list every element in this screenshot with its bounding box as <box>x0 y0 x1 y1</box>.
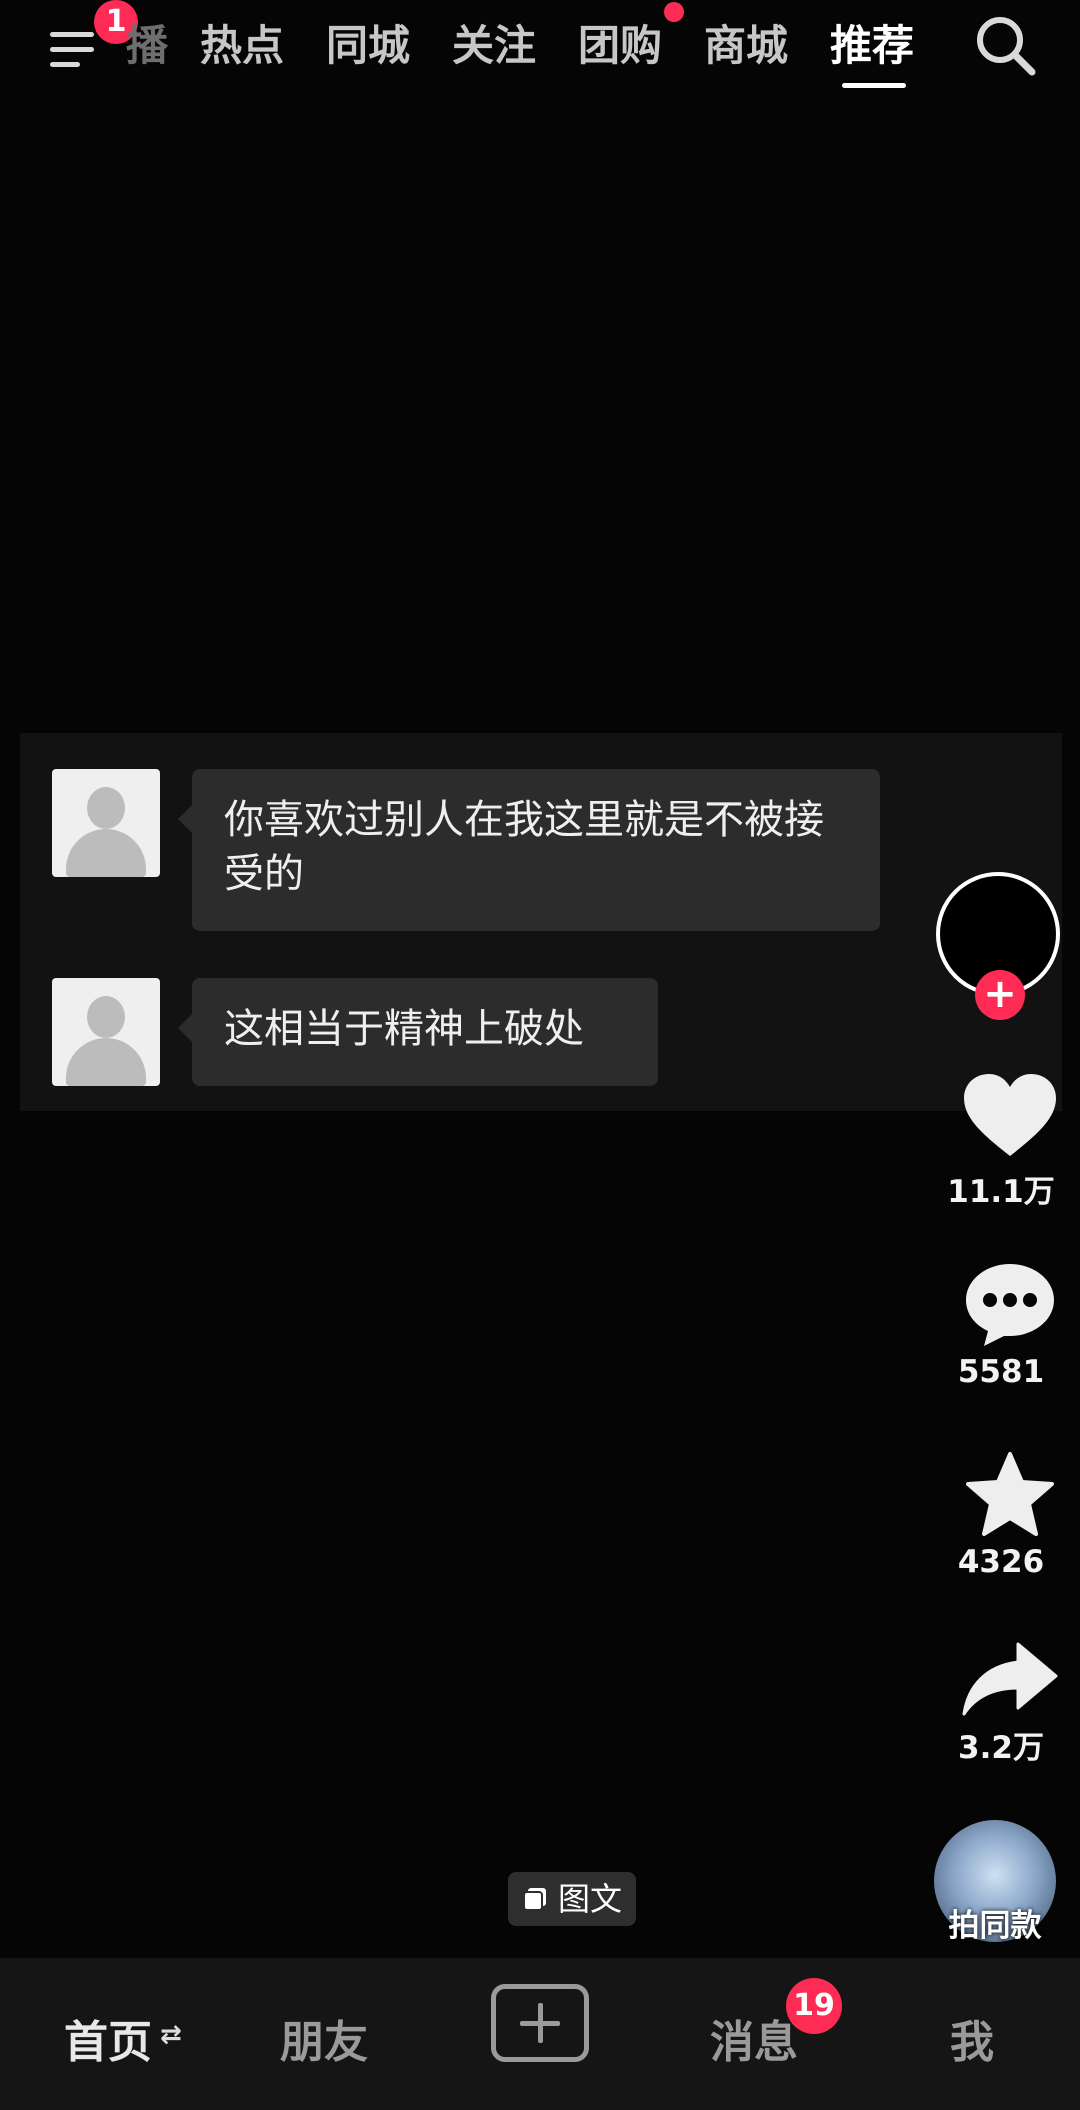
active-tab-indicator <box>842 83 906 88</box>
swap-icon: ⇄ <box>160 2020 182 2050</box>
post-type-tag: 图文 <box>508 1872 636 1926</box>
bottom-navigation: 首页 ⇄ 朋友 消息 19 我 <box>0 1958 1080 2110</box>
like-count: 11.1万 <box>947 1174 1055 1210</box>
share-icon <box>962 1642 1057 1716</box>
avatar-head <box>87 787 125 829</box>
heart-icon <box>963 1074 1056 1156</box>
avatar-body <box>66 1038 146 1086</box>
nav-friends[interactable]: 朋友 <box>280 2006 368 2070</box>
menu-icon-line <box>50 62 80 67</box>
avatar-head <box>87 996 125 1038</box>
chat-bubble: 这相当于精神上破处 <box>178 978 658 1086</box>
video-feed-screen: 1 播 热点 同城 关注 团购 商城 推荐 你喜欢过别人在我这里就是不被接受的 … <box>0 0 1080 2110</box>
tab-recommend[interactable]: 推荐 <box>830 12 914 73</box>
create-button[interactable] <box>491 1984 589 2062</box>
comment-count: 5581 <box>957 1354 1045 1390</box>
top-tab-bar: 1 播 热点 同城 关注 团购 商城 推荐 <box>0 0 1080 100</box>
chat-screenshot: 你喜欢过别人在我这里就是不被接受的 这相当于精神上破处 <box>20 733 1062 1111</box>
favorite-count: 4326 <box>957 1544 1045 1580</box>
star-icon <box>965 1452 1054 1536</box>
avatar-body <box>66 829 146 877</box>
nav-messages[interactable]: 消息 <box>710 2006 798 2070</box>
chat-bubble: 你喜欢过别人在我这里就是不被接受的 <box>178 769 880 931</box>
share-button[interactable]: 3.2万 <box>936 1640 1066 1780</box>
avatar <box>52 769 160 877</box>
menu-icon <box>50 32 94 37</box>
image-post-icon <box>523 1888 546 1911</box>
tab-group-buy[interactable]: 团购 <box>578 12 662 73</box>
share-count: 3.2万 <box>958 1730 1044 1766</box>
messages-badge: 19 <box>786 1978 842 2034</box>
tab-live[interactable]: 播 <box>126 12 168 73</box>
follow-button[interactable]: + <box>975 970 1025 1020</box>
tab-hot[interactable]: 热点 <box>200 12 284 73</box>
group-buy-dot <box>664 2 684 22</box>
plus-icon-vertical <box>538 2003 543 2043</box>
avatar <box>52 978 160 1086</box>
comment-icon <box>965 1264 1054 1346</box>
comment-button[interactable]: 5581 <box>936 1260 1066 1400</box>
favorite-button[interactable]: 4326 <box>936 1450 1066 1590</box>
tab-local[interactable]: 同城 <box>326 12 410 73</box>
menu-icon-line <box>50 47 94 52</box>
nav-home[interactable]: 首页 <box>64 2006 152 2070</box>
like-button[interactable]: 11.1万 <box>936 1072 1066 1212</box>
menu-button[interactable]: 1 <box>46 0 138 78</box>
post-type-label: 图文 <box>558 1880 623 1918</box>
tab-following[interactable]: 关注 <box>452 12 536 73</box>
use-sound-label[interactable]: 拍同款 <box>930 1900 1060 1945</box>
tab-mall[interactable]: 商城 <box>704 12 788 73</box>
search-icon <box>977 17 1036 76</box>
nav-me[interactable]: 我 <box>950 2006 994 2070</box>
search-button[interactable] <box>972 12 1038 78</box>
